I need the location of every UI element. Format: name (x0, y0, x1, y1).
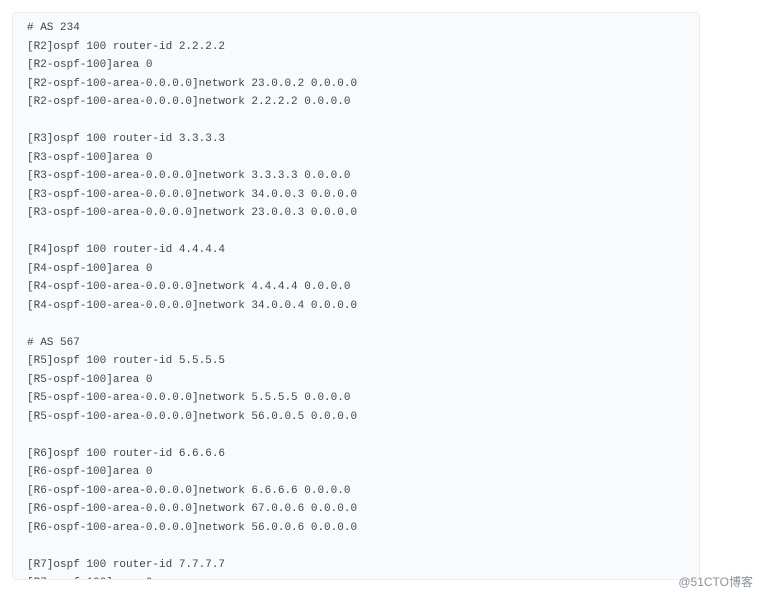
code-line: [R6-ospf-100-area-0.0.0.0]network 67.0.0… (27, 500, 685, 519)
code-line (27, 426, 685, 445)
code-line: [R5]ospf 100 router-id 5.5.5.5 (27, 352, 685, 371)
code-line: [R6-ospf-100-area-0.0.0.0]network 6.6.6.… (27, 482, 685, 501)
code-line: [R4-ospf-100]area 0 (27, 260, 685, 279)
code-line: [R6-ospf-100]area 0 (27, 463, 685, 482)
code-line (27, 112, 685, 131)
code-line: [R5-ospf-100-area-0.0.0.0]network 5.5.5.… (27, 389, 685, 408)
code-line: [R5-ospf-100-area-0.0.0.0]network 56.0.0… (27, 408, 685, 427)
code-block: # AS 234[R2]ospf 100 router-id 2.2.2.2[R… (12, 12, 700, 580)
code-line (27, 537, 685, 556)
code-line: [R7-ospf-100]area 0 (27, 574, 685, 580)
code-line: [R6]ospf 100 router-id 6.6.6.6 (27, 445, 685, 464)
code-line: [R3-ospf-100-area-0.0.0.0]network 34.0.0… (27, 186, 685, 205)
code-line: [R2-ospf-100]area 0 (27, 56, 685, 75)
code-line: [R5-ospf-100]area 0 (27, 371, 685, 390)
code-line: [R6-ospf-100-area-0.0.0.0]network 56.0.0… (27, 519, 685, 538)
code-line: [R3-ospf-100-area-0.0.0.0]network 3.3.3.… (27, 167, 685, 186)
code-line: # AS 234 (27, 19, 685, 38)
code-line: [R4]ospf 100 router-id 4.4.4.4 (27, 241, 685, 260)
code-line: [R2]ospf 100 router-id 2.2.2.2 (27, 38, 685, 57)
code-line: [R3]ospf 100 router-id 3.3.3.3 (27, 130, 685, 149)
code-line: [R7]ospf 100 router-id 7.7.7.7 (27, 556, 685, 575)
code-line: [R2-ospf-100-area-0.0.0.0]network 23.0.0… (27, 75, 685, 94)
code-line: [R2-ospf-100-area-0.0.0.0]network 2.2.2.… (27, 93, 685, 112)
code-line (27, 315, 685, 334)
code-line: [R3-ospf-100]area 0 (27, 149, 685, 168)
watermark-label: @51CTO博客 (678, 573, 753, 590)
code-line: # AS 567 (27, 334, 685, 353)
code-line: [R4-ospf-100-area-0.0.0.0]network 4.4.4.… (27, 278, 685, 297)
code-line (27, 223, 685, 242)
code-line: [R4-ospf-100-area-0.0.0.0]network 34.0.0… (27, 297, 685, 316)
code-line: [R3-ospf-100-area-0.0.0.0]network 23.0.0… (27, 204, 685, 223)
